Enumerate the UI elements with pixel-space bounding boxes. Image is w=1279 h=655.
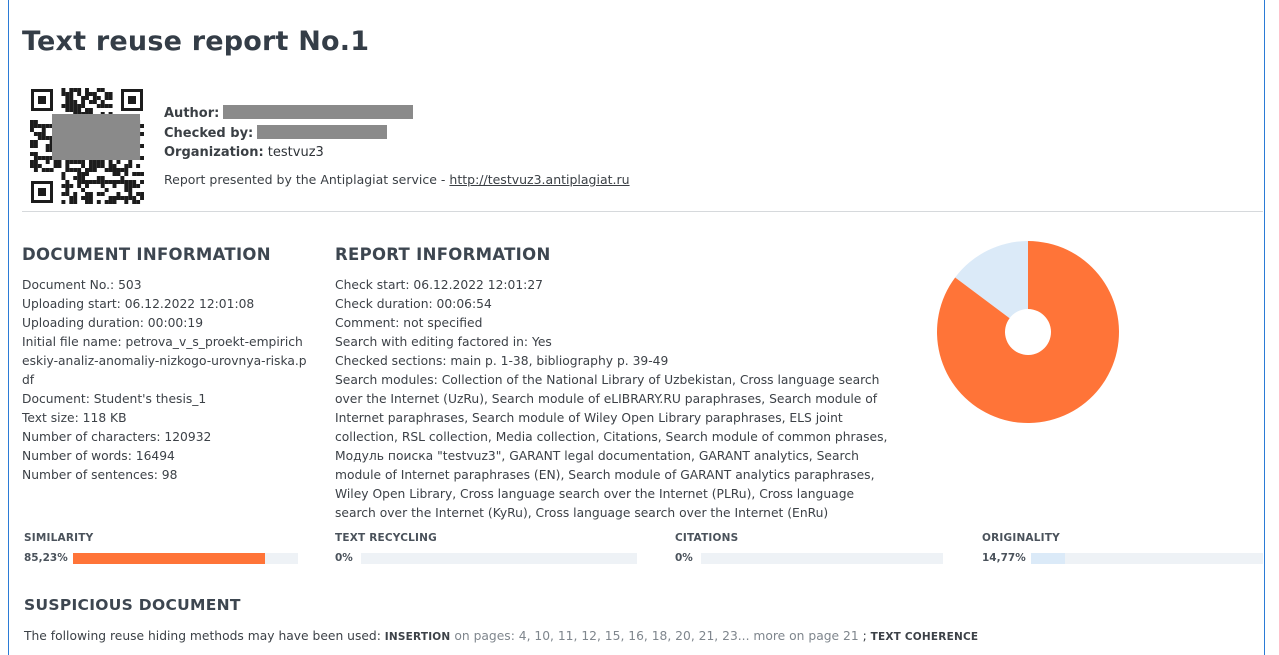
organization-value: testvuz3 [267, 145, 324, 160]
divider [22, 211, 1263, 212]
suspicious-heading: SUSPICIOUS DOCUMENT [24, 596, 241, 614]
document-info-heading: DOCUMENT INFORMATION [22, 245, 271, 264]
stat-similarity-track [73, 553, 298, 564]
uploading-duration: Uploading duration: 00:00:19 [22, 316, 204, 330]
stat-citations-track [701, 553, 943, 564]
document-info-list: Document No.: 503 Uploading start: 06.12… [22, 276, 307, 485]
check-duration: Check duration: 00:06:54 [335, 297, 492, 311]
doc-number: Document No.: 503 [22, 278, 142, 292]
uploading-start: Uploading start: 06.12.2022 12:01:08 [22, 297, 255, 311]
service-link[interactable]: http://testvuz3.antiplagiat.ru [449, 172, 629, 187]
redacted-checker [257, 124, 388, 139]
stat-citations-label: CITATIONS [675, 532, 739, 544]
presented-text: Report presented by the Antiplagiat serv… [164, 172, 450, 187]
checked-by-label: Checked by: [164, 125, 254, 141]
checked-by-row: Checked by: [164, 124, 413, 144]
editing-factored: Search with editing factored in: Yes [335, 335, 552, 349]
stat-text-recycling: TEXT RECYCLING 0% [335, 532, 637, 564]
author-label: Author: [164, 106, 220, 121]
stat-originality-fill [1031, 553, 1066, 564]
method-insertion-pages[interactable]: on pages: 4, 10, 11, 12, 15, 16, 18, 20,… [454, 629, 858, 643]
stat-originality: ORIGINALITY 14,77% [982, 532, 1263, 564]
organization-row: Organization: testvuz3 [164, 143, 413, 163]
report-info-heading: REPORT INFORMATION [335, 245, 551, 264]
redacted-author [223, 105, 414, 119]
stat-originality-value: 14,77% [982, 552, 1026, 564]
stat-citations-value: 0% [675, 552, 693, 564]
sentences-count: Number of sentences: 98 [22, 468, 178, 482]
text-size: Text size: 118 KB [22, 411, 127, 425]
stat-originality-track [1031, 553, 1263, 564]
comment: Comment: not specified [335, 316, 483, 330]
page-title: Text reuse report No.1 [22, 26, 370, 57]
method-separator: ; [862, 629, 867, 643]
stat-originality-label: ORIGINALITY [982, 532, 1060, 544]
redacted-area [52, 114, 140, 160]
initial-file-name: Initial file name: petrova_v_s_proekt-em… [22, 335, 307, 387]
organization-label: Organization: [164, 145, 264, 160]
characters-count: Number of characters: 120932 [22, 430, 212, 444]
stat-text-recycling-track [361, 553, 637, 564]
checked-sections: Checked sections: main p. 1-38, bibliogr… [335, 354, 669, 368]
report-meta: Author: Checked by: Organization: testvu… [164, 104, 414, 163]
method-text-coherence: TEXT COHERENCE [870, 631, 979, 643]
search-modules: Search modules: Collection of the Nation… [335, 373, 888, 520]
stat-similarity-fill [73, 553, 265, 564]
check-start: Check start: 06.12.2022 12:01:27 [335, 278, 543, 292]
originality-pie-chart [937, 241, 1119, 423]
stat-text-recycling-value: 0% [335, 552, 353, 564]
document-type: Document: Student's thesis_1 [22, 392, 207, 406]
report-info-list: Check start: 06.12.2022 12:01:27 Check d… [335, 276, 895, 523]
stat-citations: CITATIONS 0% [675, 532, 943, 564]
qr-code-icon [30, 88, 144, 204]
stat-similarity-label: SIMILARITY [24, 532, 94, 544]
presented-by: Report presented by the Antiplagiat serv… [164, 172, 630, 187]
stat-similarity-value: 85,23% [24, 552, 68, 564]
stat-text-recycling-label: TEXT RECYCLING [335, 532, 437, 544]
hiding-methods: The following reuse hiding methods may h… [24, 629, 978, 643]
author-row: Author: [164, 104, 414, 124]
methods-intro: The following reuse hiding methods may h… [24, 629, 381, 643]
words-count: Number of words: 16494 [22, 449, 175, 463]
method-insertion: INSERTION [384, 631, 451, 643]
stat-similarity: SIMILARITY 85,23% [24, 532, 298, 564]
